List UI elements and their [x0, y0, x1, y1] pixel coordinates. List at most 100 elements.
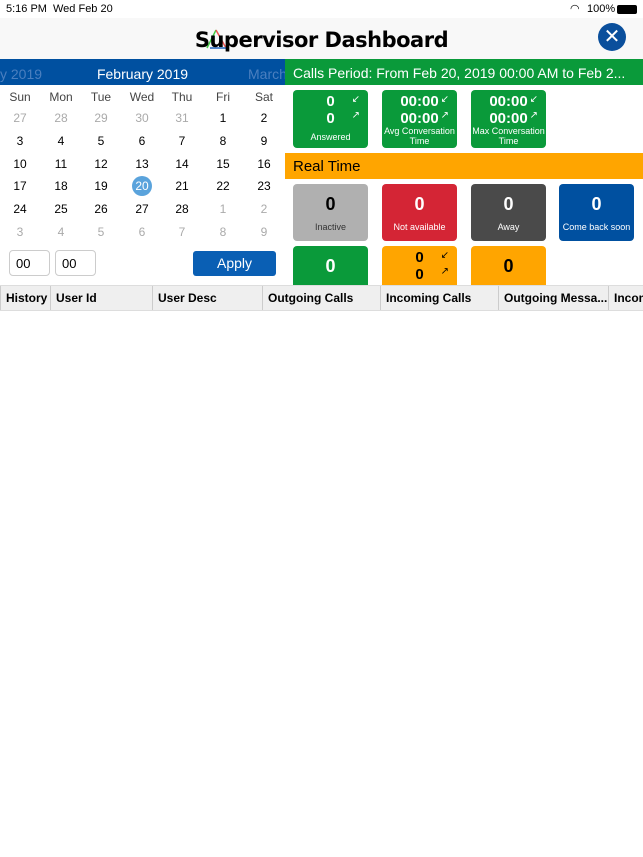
calendar-day[interactable]: 8 [203, 225, 243, 239]
calendar-day[interactable]: 16 [244, 157, 284, 171]
weekday-header: Mon [49, 90, 73, 104]
arrow-incoming-icon: ↙ [351, 94, 360, 105]
weekday-header: Thu [171, 90, 193, 104]
tile-label: Away [497, 222, 520, 232]
calendar-day[interactable]: 1 [203, 202, 243, 216]
hour-input[interactable]: 00 [9, 250, 50, 276]
calendar-day[interactable]: 4 [41, 134, 81, 148]
calendar-day[interactable]: 6 [122, 134, 162, 148]
column-header[interactable]: Incom [608, 286, 643, 310]
column-header[interactable]: User Id [50, 286, 152, 310]
apply-button[interactable]: Apply [193, 251, 276, 276]
arrow-incoming-icon: ↙ [440, 250, 449, 261]
status-tile[interactable]: 0 Not available [382, 184, 457, 241]
calendar-day[interactable]: 19 [81, 179, 121, 193]
arrow-outgoing-icon: ↗ [351, 110, 360, 121]
tile-value: 0 [503, 194, 514, 214]
calendar-day[interactable]: 4 [41, 225, 81, 239]
weekday-header: Fri [216, 90, 230, 104]
weekday-header: Wed [129, 90, 155, 104]
calendar-day[interactable]: 22 [203, 179, 243, 193]
calendar-day[interactable]: 21 [162, 179, 202, 193]
calendar-day[interactable]: 14 [162, 157, 202, 171]
calendar-day[interactable]: 2 [244, 111, 284, 125]
calendar-day[interactable]: 3 [0, 225, 40, 239]
calendar-day[interactable]: 15 [203, 157, 243, 171]
realtime-header: Real Time [285, 153, 643, 179]
calendar-day[interactable]: 7 [162, 134, 202, 148]
column-header[interactable]: History [0, 286, 50, 310]
tile-label: Max Conversation Time [472, 126, 545, 146]
calendar-day[interactable]: 27 [122, 202, 162, 216]
calendar-day[interactable]: 12 [81, 157, 121, 171]
tile-value: 0 [591, 194, 602, 214]
realtime-tile[interactable]: 0 [293, 246, 368, 285]
calendar-day[interactable]: 11 [41, 157, 81, 171]
calendar-day[interactable]: 8 [203, 134, 243, 148]
calendar-day[interactable]: 9 [244, 225, 284, 239]
calendar-day[interactable]: 17 [0, 179, 40, 193]
calendar-day[interactable]: 25 [41, 202, 81, 216]
calendar-day[interactable]: 28 [41, 111, 81, 125]
close-icon: ✕ [603, 26, 621, 48]
weekday-header: Tue [90, 90, 112, 104]
tile-label: Answered [310, 132, 351, 142]
tile-label: Come back soon [562, 222, 631, 232]
current-month: February 2019 [96, 66, 189, 82]
calendar-day[interactable]: 13 [122, 157, 162, 171]
arrow-incoming-icon: ↙ [529, 94, 538, 105]
realtime-tile[interactable]: 0 [471, 246, 546, 285]
status-tile[interactable]: 0 Come back soon [559, 184, 634, 241]
column-header[interactable]: Outgoing Messa... [498, 286, 608, 310]
tile-label: Inactive [314, 222, 347, 232]
calendar-day[interactable]: 31 [162, 111, 202, 125]
calendar-day[interactable]: 9 [244, 134, 284, 148]
calendar-day[interactable]: 26 [81, 202, 121, 216]
tile-label: Avg Conversation Time [384, 126, 455, 146]
tile-value: 0 [503, 256, 514, 276]
weekday-header: Sun [9, 90, 31, 104]
calendar-day[interactable]: 28 [162, 202, 202, 216]
calendar-day[interactable]: 3 [0, 134, 40, 148]
next-month[interactable]: March [248, 66, 285, 82]
tile-value: 0 [325, 256, 336, 276]
month-selector[interactable]: y 2019 February 2019 March [0, 59, 285, 85]
column-header[interactable]: User Desc [152, 286, 262, 310]
status-bar: 5:16 PM Wed Feb 20 ◠ 100% [0, 0, 643, 18]
status-tile[interactable]: 0 Inactive [293, 184, 368, 241]
calendar-day[interactable]: 5 [81, 134, 121, 148]
column-header[interactable]: Outgoing Calls [262, 286, 380, 310]
calendar-day[interactable]: 23 [244, 179, 284, 193]
calendar-day[interactable]: 27 [0, 111, 40, 125]
status-date: Wed Feb 20 [53, 3, 113, 15]
battery-percent: 100% [587, 3, 616, 15]
tile-value: 0 [414, 194, 425, 214]
calendar-day[interactable]: 20 [132, 176, 152, 196]
calendar-day[interactable]: 7 [162, 225, 202, 239]
calls-tile[interactable]: 00:00 00:00 ↙ ↗ Max Conversation Time [471, 90, 546, 148]
calendar-day[interactable]: 1 [203, 111, 243, 125]
close-button[interactable]: ✕ [598, 23, 626, 51]
arrow-incoming-icon: ↙ [440, 94, 449, 105]
minute-input[interactable]: 00 [55, 250, 96, 276]
status-tile[interactable]: 0 Away [471, 184, 546, 241]
arrow-outgoing-icon: ↗ [440, 266, 449, 277]
calendar-day[interactable]: 30 [122, 111, 162, 125]
calendar-day[interactable]: 10 [0, 157, 40, 171]
wifi-icon: ◠ [570, 3, 580, 15]
page-title: Supervisor Dashboard [194, 28, 449, 52]
calendar-day[interactable]: 24 [0, 202, 40, 216]
calls-tile[interactable]: 00 ↙ ↗ Answered [293, 90, 368, 148]
calendar-day[interactable]: 29 [81, 111, 121, 125]
calendar-day[interactable]: 18 [41, 179, 81, 193]
table-header: History User Id User Desc Outgoing Calls Inc… [0, 285, 643, 311]
tile-label: Not available [393, 222, 446, 232]
calendar-day[interactable]: 6 [122, 225, 162, 239]
realtime-tile[interactable]: 0 0 ↙ ↗ [382, 246, 457, 285]
arrow-outgoing-icon: ↗ [440, 110, 449, 121]
arrow-outgoing-icon: ↗ [529, 110, 538, 121]
calendar-day[interactable]: 5 [81, 225, 121, 239]
column-header[interactable]: Incoming Calls [380, 286, 498, 310]
calendar-day[interactable]: 2 [244, 202, 284, 216]
calls-tile[interactable]: 00:00 00:00 ↙ ↗ Avg Conversation Time [382, 90, 457, 148]
